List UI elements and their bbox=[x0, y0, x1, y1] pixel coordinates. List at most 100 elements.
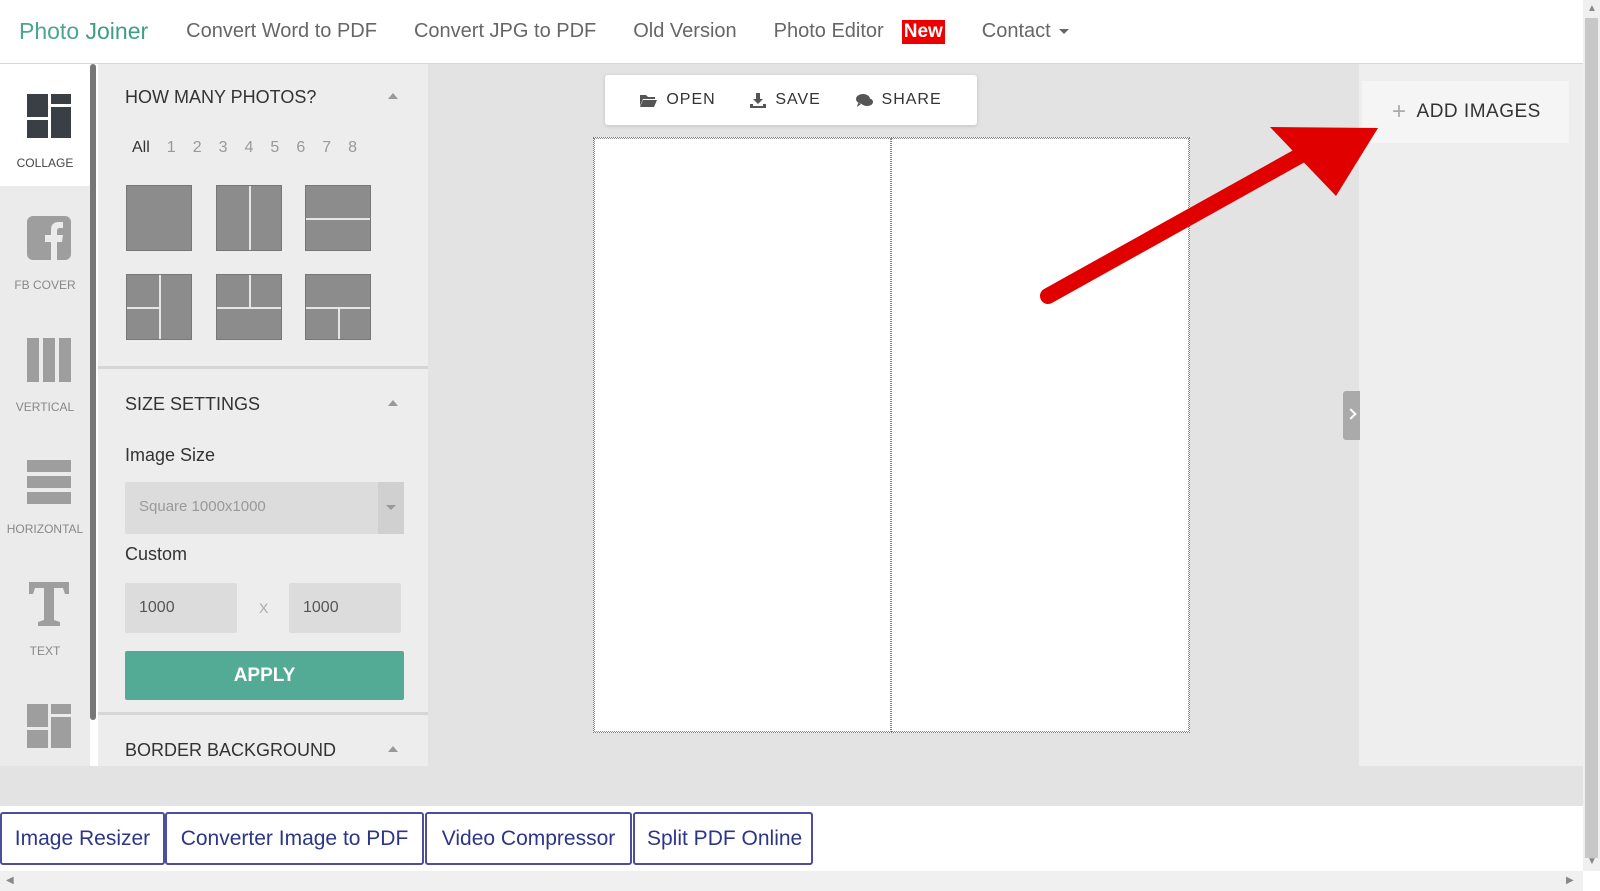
brand-part2: Joiner bbox=[85, 18, 149, 44]
scrollbar-thumb[interactable] bbox=[1585, 18, 1598, 858]
share-button[interactable]: SHARE bbox=[855, 91, 942, 109]
layout-thumb-three-top-split[interactable] bbox=[216, 274, 282, 340]
sidebar-item-fb-cover[interactable]: FB COVER bbox=[0, 186, 90, 308]
custom-label: Custom bbox=[125, 544, 188, 564]
count-1[interactable]: 1 bbox=[167, 139, 176, 157]
layout-divider bbox=[159, 275, 161, 339]
count-7[interactable]: 7 bbox=[322, 139, 331, 157]
count-5[interactable]: 5 bbox=[270, 139, 279, 157]
count-all[interactable]: All bbox=[132, 139, 150, 157]
new-badge: New bbox=[901, 19, 945, 44]
collapse-icon[interactable] bbox=[388, 746, 398, 752]
images-panel bbox=[1359, 64, 1583, 766]
image-size-label: Image Size bbox=[125, 445, 216, 465]
download-icon bbox=[750, 92, 767, 108]
sidebar-item-label: VERTICAL bbox=[15, 400, 75, 414]
sidebar-item-collage[interactable]: COLLAGE bbox=[0, 64, 90, 186]
footer-converter-image-to-pdf[interactable]: Converter Image to PDF bbox=[165, 812, 424, 865]
footer-video-compressor[interactable]: Video Compressor bbox=[425, 812, 632, 865]
nav-old-version[interactable]: Old Version bbox=[633, 20, 736, 43]
add-images-button[interactable]: + ADD IMAGES bbox=[1362, 81, 1569, 143]
custom-height-input[interactable] bbox=[289, 583, 401, 633]
collage-icon bbox=[27, 94, 71, 138]
caret-down-icon bbox=[1058, 29, 1069, 35]
nav-convert-word-to-pdf[interactable]: Convert Word to PDF bbox=[186, 20, 377, 43]
how-many-photos-title[interactable]: HOW MANY PHOTOS? bbox=[125, 87, 316, 108]
sidebar-item-label: FB COVER bbox=[14, 278, 76, 292]
sidebar-item-label: COLLAGE bbox=[16, 156, 74, 170]
layout-divider bbox=[249, 275, 251, 307]
sidebar-item-templates[interactable] bbox=[0, 674, 90, 766]
nav-convert-jpg-to-pdf[interactable]: Convert JPG to PDF bbox=[414, 20, 596, 43]
workspace: OPEN SAVE SHARE bbox=[428, 64, 1359, 766]
open-label: OPEN bbox=[666, 91, 716, 108]
footer-split-pdf-online[interactable]: Split PDF Online bbox=[633, 812, 813, 865]
collapse-icon[interactable] bbox=[388, 400, 398, 406]
scroll-up-icon[interactable]: ▲ bbox=[1587, 3, 1597, 14]
file-toolbar: OPEN SAVE SHARE bbox=[605, 75, 977, 125]
comments-icon bbox=[855, 93, 873, 107]
plus-icon: + bbox=[1392, 98, 1407, 125]
layout-thumb-two-columns[interactable] bbox=[216, 185, 282, 251]
image-size-select[interactable]: Square 1000x1000 bbox=[125, 482, 404, 534]
chevron-down-icon bbox=[378, 482, 404, 534]
scroll-right-icon[interactable]: ▶ bbox=[1566, 875, 1574, 886]
dimension-separator: X bbox=[259, 600, 269, 616]
horizontal-icon bbox=[27, 460, 71, 504]
collage-cell-left[interactable] bbox=[594, 138, 891, 732]
nav-contact-dropdown[interactable]: Contact bbox=[982, 20, 1069, 43]
apply-button[interactable]: APPLY bbox=[125, 651, 404, 700]
sidebar-item-label: TEXT bbox=[29, 644, 61, 658]
photo-count-filter: All 1 2 3 4 5 6 7 8 bbox=[132, 139, 374, 157]
brand-part1: Photo bbox=[19, 18, 86, 44]
open-button[interactable]: OPEN bbox=[640, 91, 715, 109]
count-8[interactable]: 8 bbox=[348, 139, 357, 157]
sidebar-item-vertical[interactable]: VERTICAL bbox=[0, 308, 90, 430]
workspace-bottom bbox=[0, 766, 1583, 806]
section-divider bbox=[98, 366, 428, 369]
section-divider bbox=[98, 712, 428, 715]
collapse-icon[interactable] bbox=[388, 93, 398, 99]
folder-open-icon bbox=[640, 94, 658, 107]
scroll-left-icon[interactable]: ◀ bbox=[6, 875, 14, 886]
layout-thumb-three-bottom-split[interactable] bbox=[305, 274, 371, 340]
panel-toggle-chevron-icon[interactable] bbox=[1343, 391, 1360, 440]
count-3[interactable]: 3 bbox=[219, 139, 228, 157]
page-vertical-scrollbar[interactable]: ▲ ▼ bbox=[1583, 0, 1600, 871]
save-button[interactable]: SAVE bbox=[750, 91, 821, 109]
nav-contact-label: Contact bbox=[981, 20, 1051, 42]
footer-image-resizer[interactable]: Image Resizer bbox=[0, 812, 165, 865]
save-label: SAVE bbox=[775, 91, 821, 108]
layout-divider bbox=[249, 186, 251, 250]
size-settings-title[interactable]: SIZE SETTINGS bbox=[125, 394, 260, 415]
count-4[interactable]: 4 bbox=[245, 139, 254, 157]
page: Photo Joiner Convert Word to PDF Convert… bbox=[0, 0, 1600, 891]
border-background-title[interactable]: BORDER BACKGROUND bbox=[125, 740, 336, 761]
add-images-label: ADD IMAGES bbox=[1416, 101, 1541, 122]
layout-thumb-three-left-split[interactable] bbox=[126, 274, 192, 340]
layout-thumb-single[interactable] bbox=[126, 185, 192, 251]
sidebar-item-horizontal[interactable]: HORIZONTAL bbox=[0, 430, 90, 552]
page-horizontal-scrollbar[interactable]: ◀ ▶ bbox=[0, 871, 1583, 891]
sidebar-scrollbar[interactable] bbox=[90, 64, 96, 720]
sidebar-item-text[interactable]: TEXT bbox=[0, 552, 90, 674]
footer-tools: Image Resizer Converter Image to PDF Vid… bbox=[0, 806, 1583, 871]
image-size-value: Square 1000x1000 bbox=[139, 498, 266, 515]
mode-sidebar: COLLAGE FB COVER VERTICAL HORIZONTAL TEX… bbox=[0, 64, 90, 766]
brand-logo[interactable]: Photo Joiner bbox=[19, 18, 148, 45]
facebook-icon bbox=[27, 216, 71, 260]
layout-divider bbox=[217, 307, 281, 309]
scroll-down-icon[interactable]: ▼ bbox=[1587, 856, 1597, 867]
layout-thumb-two-rows[interactable] bbox=[305, 185, 371, 251]
nav-photo-editor-label: Photo Editor bbox=[773, 19, 884, 42]
share-label: SHARE bbox=[881, 91, 942, 108]
template-icon bbox=[27, 704, 71, 748]
layout-divider bbox=[306, 218, 370, 220]
nav-photo-editor[interactable]: Photo Editor New bbox=[773, 19, 945, 44]
custom-width-input[interactable] bbox=[125, 583, 237, 633]
collage-cell-right[interactable] bbox=[891, 138, 1189, 732]
count-2[interactable]: 2 bbox=[193, 139, 202, 157]
top-nav: Photo Joiner Convert Word to PDF Convert… bbox=[0, 0, 1583, 64]
count-6[interactable]: 6 bbox=[296, 139, 305, 157]
layout-divider bbox=[338, 307, 340, 339]
